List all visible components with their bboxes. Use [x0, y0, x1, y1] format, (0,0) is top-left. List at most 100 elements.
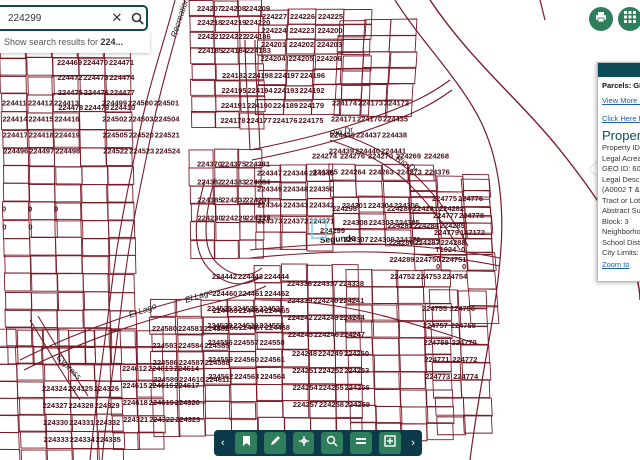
click-here-link[interactable]: Click Here f	[598, 114, 640, 124]
parcel-id-label: 224502	[102, 114, 127, 123]
parcel-id-label: 224616	[148, 381, 173, 390]
parcel-id-label: 224248	[292, 349, 317, 358]
zoom-select-button[interactable]	[321, 432, 344, 454]
parcel-id-label: 224558	[260, 338, 285, 347]
popup-attribute-row: Tract or Lot:	[602, 195, 640, 205]
parcel-id-label: 224221	[198, 32, 223, 41]
parcel-id-label: 224241	[339, 296, 364, 305]
parcel-id-label: 224381	[245, 160, 270, 169]
parcel-popup: Parcels: GIL View More I Click Here f Pr…	[597, 62, 640, 282]
parcel-map[interactable]: 224299224298224301 224304 224306224308 2243…	[0, 0, 640, 460]
toolbar-next-arrow[interactable]: ›	[404, 437, 422, 449]
measure-icon	[298, 434, 310, 452]
parcel-id-label: 224256	[345, 383, 370, 392]
parcel-id-label: 224242	[288, 313, 313, 322]
parcel-id-label: 224223	[290, 26, 315, 35]
parcel-id-label: 224173	[358, 98, 383, 107]
parcel-id-label: 224384	[245, 178, 271, 187]
suggestion-term: 224...	[100, 37, 124, 47]
parcel-id-label: 224209	[245, 4, 270, 13]
parcel-id-label: 224196	[300, 71, 325, 80]
parcel-id-label: 224614	[174, 364, 200, 373]
parcel-id-label: 224371	[309, 216, 334, 225]
print-button[interactable]	[589, 7, 613, 31]
popup-attribute-row: Neighborho	[602, 227, 640, 236]
parcel-id-label: 224251	[292, 366, 317, 375]
search-input[interactable]	[8, 12, 104, 24]
parcel-id-label: 224230	[198, 214, 223, 223]
parcel-id-label: 0	[436, 262, 440, 271]
parcel-id-label: 224582	[204, 324, 229, 333]
parcel-id-label: 224308	[343, 218, 368, 227]
parcel-id-label: 224268	[424, 151, 449, 160]
parcel-id-label: 224257	[293, 400, 318, 409]
parcel-id-label: 224778	[459, 211, 484, 220]
parcel-id-label: 224560	[234, 355, 259, 364]
parcel-id-label: 224243	[314, 313, 339, 322]
parcel-id-label: 224757	[423, 321, 448, 330]
parcel-id-label: 224177	[247, 116, 272, 125]
parcel-id-label: 224332	[95, 418, 120, 427]
draw-button[interactable]	[264, 432, 286, 454]
parcel-id-label: 224439	[329, 146, 354, 155]
parcel-id-label: 224617	[174, 381, 199, 390]
parcel-id-label: 224500	[128, 98, 153, 107]
popup-attribute-row: Legal Acrea	[602, 153, 640, 163]
parcel-id-label: 224773	[425, 372, 450, 381]
parcel-id-label: 224775	[432, 194, 457, 203]
parcel-id-label: 224414	[2, 114, 28, 123]
parcel-id-label: 224419	[55, 130, 80, 139]
parcel-id-label: 224525	[207, 304, 232, 313]
parcel-id-label: 224334	[70, 435, 96, 444]
parcel-id-label: 224382	[197, 178, 222, 187]
parcel-id-label: 224770	[452, 338, 477, 347]
parcel-id-label: 224289	[389, 255, 414, 264]
parcel-id-label: 224619	[149, 398, 174, 407]
parcel-id-label: 224503	[128, 114, 153, 123]
parcel-id-label: 224756	[450, 304, 475, 313]
search-icon[interactable]	[128, 9, 146, 27]
parcel-id-label: 224779	[434, 228, 459, 237]
close-icon[interactable]: ✕	[108, 9, 126, 27]
parcel-id-label: 224191	[221, 101, 246, 110]
parcel-id-label: 224253	[344, 366, 369, 375]
parcel-id-label: 224460	[212, 289, 237, 298]
parcel-id-label: 224440	[355, 146, 380, 155]
popup-attribute-row: City Limits:	[602, 248, 639, 257]
apps-button[interactable]	[618, 7, 640, 31]
parcel-id-label: 224442	[212, 272, 237, 281]
parcel-id-label: 224521	[155, 130, 180, 139]
parcel-id-label: 224231	[245, 196, 270, 205]
parcel-id-label: 224520	[129, 130, 154, 139]
layers-button[interactable]	[350, 432, 372, 454]
bookmark-button[interactable]	[235, 432, 258, 454]
parcel-id-label: 224776	[458, 194, 483, 203]
parcel-id-label: 224471	[109, 58, 134, 67]
parcel-id-label: 224772	[452, 355, 477, 364]
parcel-id-label: 224477	[110, 88, 135, 97]
parcel-id-label: 224229	[222, 214, 247, 223]
parcel-id-label: 224444	[264, 272, 290, 281]
parcel-id-label: 0	[2, 223, 6, 232]
zoom-to-link[interactable]: Zoom to	[598, 260, 640, 270]
parcel-id-label: 224174	[332, 98, 358, 107]
parcel-id-label: 224250	[344, 349, 369, 358]
parcel-id-label: 224324	[42, 384, 68, 393]
parcel-id-label: 224496	[3, 146, 28, 155]
search-suggestion[interactable]: Show search results for 224...	[0, 31, 150, 53]
parcel-id-label: 224246	[314, 330, 339, 339]
parcel-id-label: 224226	[290, 12, 315, 21]
parcel-id-label: 224755	[422, 304, 447, 313]
add-button[interactable]	[378, 432, 401, 454]
parcel-id-label: 224197	[274, 71, 299, 80]
parcel-id-label: 224321	[123, 415, 148, 424]
parcel-id-label: 224522	[103, 146, 128, 155]
parcel-id-label: 224581	[178, 324, 203, 333]
parcel-id-label: 224523	[129, 146, 154, 155]
measure-button[interactable]	[292, 432, 315, 454]
parcel-id-label: 224175	[299, 116, 324, 125]
view-more-link[interactable]: View More I	[598, 96, 640, 106]
parcel-id-label: 224322	[149, 415, 174, 424]
toolbar-prev-arrow[interactable]: ‹	[214, 437, 232, 449]
parcel-id-label: 224754	[442, 272, 468, 281]
